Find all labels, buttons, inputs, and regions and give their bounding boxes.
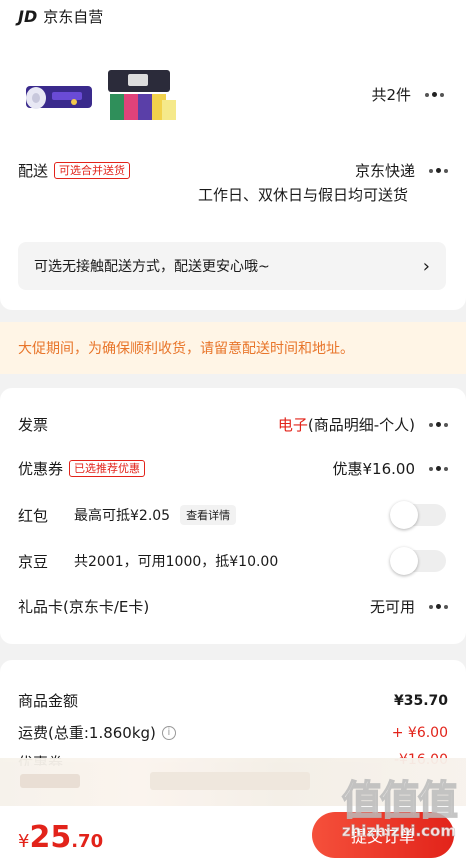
jd-logo: JD: [18, 7, 38, 26]
product-count: 共2件: [371, 86, 411, 104]
goods-amount-row: 商品金额 ¥35.70: [18, 690, 448, 711]
more-icon[interactable]: [429, 422, 448, 427]
giftcard-value: 无可用: [369, 598, 415, 616]
delivery-method: 京东快递: [354, 162, 415, 180]
product-image-2: [106, 68, 178, 124]
price-decimal: .70: [71, 831, 104, 852]
coupon-tag: 已选推荐优惠: [69, 460, 146, 477]
bottom-bar: ¥ 25 .70 提交订单: [0, 806, 466, 860]
contactless-text: 可选无接触配送方式，配送更安心哦~: [34, 259, 270, 275]
invoice-detail: (商品明细-个人): [307, 416, 415, 434]
redpacket-detail-button[interactable]: 查看详情: [180, 505, 237, 525]
goods-amount-value: ¥35.70: [393, 692, 448, 709]
notice-text: 大促期间，为确保顺利收货，请留意配送时间和地址。: [18, 341, 354, 357]
product-image-1: [24, 76, 96, 116]
more-icon[interactable]: [429, 168, 448, 173]
redpacket-row: 红包 最高可抵¥2.05 查看详情: [18, 501, 448, 529]
more-icon[interactable]: [425, 92, 444, 97]
more-icon[interactable]: [429, 466, 448, 471]
invoice-type: 电子: [277, 416, 308, 434]
delivery-row[interactable]: 配送 可选合并送货 京东快递: [18, 160, 448, 181]
jingdou-desc: 共2001，可用1000，抵¥10.00: [74, 554, 279, 570]
currency-symbol: ¥: [18, 831, 30, 852]
jingdou-toggle[interactable]: [390, 547, 446, 575]
submit-order-label: 提交订单: [350, 827, 415, 846]
jingdou-row: 京豆 共2001，可用1000，抵¥10.00: [18, 547, 448, 575]
goods-amount-label: 商品金额: [18, 692, 79, 710]
jingdou-label: 京豆: [18, 552, 49, 571]
blurred-overlay: [0, 758, 466, 806]
redpacket-label: 红包: [18, 506, 49, 525]
redpacket-desc: 最高可抵¥2.05: [74, 508, 171, 524]
payment-options-card: 发票 电子 (商品明细-个人) 优惠券 已选推荐优惠 优惠¥16.00 红包 最…: [0, 388, 466, 644]
invoice-label: 发票: [18, 416, 49, 434]
freight-value: + ¥6.00: [391, 724, 448, 741]
giftcard-row[interactable]: 礼品卡(京东卡/E卡) 无可用: [18, 596, 448, 617]
invoice-row[interactable]: 发票 电子 (商品明细-个人): [18, 414, 448, 435]
order-store-card: JD 京东自营 共2件 配送 可选合并送货 京东快递 工作日、双休日与假日均可送…: [0, 0, 466, 310]
giftcard-label: 礼品卡(京东卡/E卡): [18, 598, 150, 616]
price-integer: 25: [29, 820, 72, 855]
delivery-schedule: 工作日、双休日与假日均可送货: [197, 186, 408, 204]
delivery-tag: 可选合并送货: [54, 162, 131, 179]
delivery-label: 配送: [18, 162, 49, 180]
promo-notice: 大促期间，为确保顺利收货，请留意配送时间和地址。: [0, 322, 466, 374]
product-thumbnails[interactable]: [24, 68, 178, 124]
contactless-banner[interactable]: 可选无接触配送方式，配送更安心哦~ ›: [18, 242, 446, 290]
chevron-right-icon: ›: [422, 255, 430, 277]
submit-order-button[interactable]: 提交订单: [312, 812, 454, 858]
freight-label: 运费(总重:1.860kg): [18, 724, 156, 742]
more-icon[interactable]: [429, 604, 448, 609]
info-icon[interactable]: i: [161, 725, 176, 740]
coupon-value: 优惠¥16.00: [332, 460, 416, 478]
coupon-row[interactable]: 优惠券 已选推荐优惠 优惠¥16.00: [18, 458, 448, 479]
product-count-row[interactable]: 共2件: [371, 84, 444, 105]
freight-row: 运费(总重:1.860kg) i + ¥6.00: [18, 722, 448, 743]
total-price: ¥ 25 .70: [18, 820, 103, 855]
redpacket-toggle[interactable]: [390, 501, 446, 529]
store-name: 京东自营: [43, 8, 104, 26]
coupon-label: 优惠券: [18, 460, 64, 478]
store-header: JD 京东自营: [18, 6, 103, 27]
